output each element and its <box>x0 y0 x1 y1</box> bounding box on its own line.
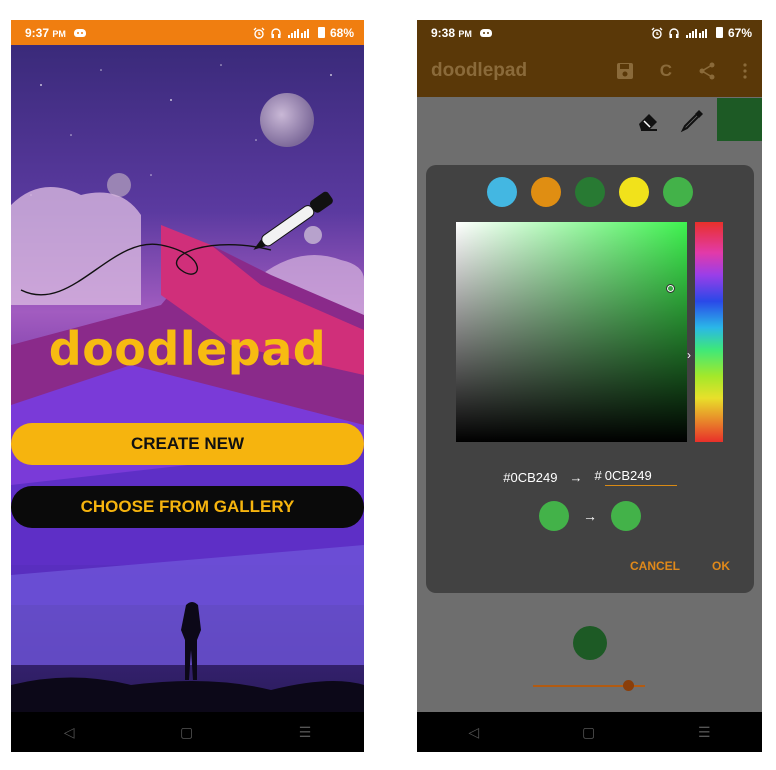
choose-from-gallery-button[interactable]: CHOOSE FROM GALLERY <box>11 486 364 528</box>
nav-home-icon[interactable]: ▢ <box>180 724 193 741</box>
old-hex-value: #0CB249 <box>503 469 558 485</box>
arrow-right-icon: → <box>583 508 597 524</box>
brush-preview <box>573 626 607 660</box>
status-time: 9:38 PM <box>431 25 472 40</box>
signal-icon <box>685 28 707 38</box>
old-color-swatch <box>539 501 569 531</box>
hex-row: #0CB249 → # <box>426 468 754 486</box>
system-nav-bar: ◁ ▢ ☰ <box>11 712 364 752</box>
headphones-icon <box>271 27 281 38</box>
preset-colors <box>426 177 754 207</box>
color-cursor[interactable] <box>666 284 675 293</box>
nav-home-icon[interactable]: ▢ <box>582 724 595 741</box>
tool-row <box>639 110 703 133</box>
new-color-swatch <box>611 501 641 531</box>
color-picker-dialog: › #0CB249 → # → CANCEL OK <box>426 165 754 593</box>
brush-size-slider-thumb[interactable] <box>622 680 634 691</box>
home-screen: 9:37 PM 68% doodlepad CREATE NEW CHOOSE … <box>11 20 364 752</box>
hex-input[interactable] <box>604 468 677 486</box>
saturation-value-panel[interactable] <box>456 222 687 442</box>
nav-menu-icon[interactable]: ☰ <box>299 724 312 741</box>
hue-slider[interactable] <box>695 222 723 442</box>
more-vert-icon[interactable] <box>742 63 748 79</box>
status-bar: 9:38 PM 67% <box>417 20 762 45</box>
hue-slider-marker[interactable]: › <box>687 348 691 362</box>
battery-icon <box>317 27 325 38</box>
preset-color-dark-green[interactable] <box>575 177 605 207</box>
ok-button[interactable]: OK <box>712 559 730 573</box>
create-new-button[interactable]: CREATE NEW <box>11 423 364 465</box>
eraser-icon[interactable] <box>639 114 657 131</box>
battery-percent: 67% <box>727 25 752 40</box>
nav-menu-icon[interactable]: ☰ <box>698 724 711 741</box>
alarm-icon <box>253 27 265 39</box>
preset-color-blue[interactable] <box>487 177 517 207</box>
discord-icon <box>479 28 492 37</box>
discord-icon <box>73 28 86 37</box>
app-bar-title: doodlepad <box>431 60 528 81</box>
status-time: 9:37 PM <box>25 25 66 40</box>
color-compare-row: → <box>426 501 754 531</box>
eyedropper-icon[interactable] <box>680 110 703 133</box>
alarm-icon <box>651 27 663 39</box>
app-bar: doodlepad C <box>417 45 762 97</box>
battery-icon <box>715 27 723 38</box>
app-title: doodlepad <box>48 322 327 376</box>
preset-color-orange[interactable] <box>531 177 561 207</box>
signal-icon <box>287 28 309 38</box>
preset-color-yellow[interactable] <box>619 177 649 207</box>
battery-percent: 68% <box>329 25 354 40</box>
current-color-swatch[interactable] <box>717 98 762 141</box>
editor-screen: 9:38 PM 67% doodlepad C › #0CB249 → # 0C… <box>417 20 762 752</box>
space-mountain-illustration <box>11 45 364 712</box>
hex-prefix: # <box>594 468 602 483</box>
headphones-icon <box>669 27 679 38</box>
nav-back-icon[interactable]: ◁ <box>468 724 479 741</box>
preset-color-green[interactable] <box>663 177 693 207</box>
nav-back-icon[interactable]: ◁ <box>64 724 75 741</box>
cancel-button[interactable]: CANCEL <box>630 559 680 573</box>
share-icon[interactable] <box>698 62 716 80</box>
clear-canvas-button[interactable]: C <box>660 61 672 81</box>
system-nav-bar: ◁ ▢ ☰ <box>417 712 762 752</box>
save-icon[interactable] <box>616 62 634 80</box>
arrow-right-icon: → <box>569 469 583 485</box>
status-bar: 9:37 PM 68% <box>11 20 364 45</box>
